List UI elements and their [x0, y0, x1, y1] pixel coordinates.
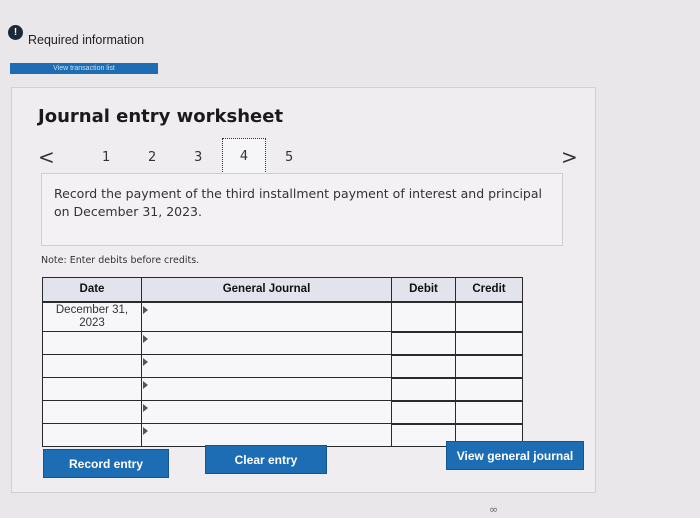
date-cell[interactable]	[42, 400, 142, 424]
debit-cell[interactable]	[391, 330, 456, 355]
page-5[interactable]: 5	[285, 150, 293, 165]
note-text: Note: Enter debits before credits.	[41, 255, 200, 266]
header-debit: Debit	[391, 277, 456, 303]
header-credit: Credit	[455, 277, 523, 303]
debit-cell[interactable]	[391, 376, 456, 401]
credit-cell[interactable]	[455, 353, 523, 378]
table-row	[42, 330, 523, 355]
debit-cell[interactable]	[391, 300, 456, 332]
clear-entry-button[interactable]: Clear entry	[205, 445, 327, 474]
instruction-text: Record the payment of the third installm…	[54, 186, 542, 219]
date-value: December 31, 2023	[55, 303, 129, 329]
header-date: Date	[42, 277, 142, 303]
link-icon[interactable]: ∞	[489, 503, 498, 516]
header-general-journal: General Journal	[141, 277, 392, 303]
record-entry-button[interactable]: Record entry	[43, 449, 169, 478]
dropdown-marker-icon	[143, 305, 148, 314]
page-1[interactable]: 1	[102, 150, 110, 165]
table-row	[42, 399, 523, 424]
table-header-row: Date General Journal Debit Credit	[42, 277, 523, 303]
credit-cell[interactable]	[455, 300, 523, 332]
worksheet-title: Journal entry worksheet	[38, 106, 284, 127]
page-2[interactable]: 2	[148, 150, 156, 165]
table-row	[42, 376, 523, 401]
date-cell[interactable]	[42, 331, 142, 355]
date-cell[interactable]: December 31, 2023	[42, 301, 142, 332]
table-row	[42, 353, 523, 378]
journal-entry-worksheet: Journal entry worksheet < 1 2 3 4 5 > Re…	[11, 87, 596, 493]
required-information-label: Required information	[28, 33, 145, 47]
account-cell[interactable]	[141, 331, 392, 355]
info-icon: !	[8, 25, 23, 40]
date-cell[interactable]	[42, 354, 142, 378]
dropdown-marker-icon	[143, 358, 148, 366]
date-cell[interactable]	[42, 423, 142, 447]
table-row: December 31, 2023	[42, 300, 523, 332]
account-cell[interactable]	[141, 400, 392, 424]
chevron-right-icon[interactable]: >	[561, 145, 578, 169]
view-transaction-list-button[interactable]: View transaction list	[10, 63, 158, 74]
account-cell[interactable]	[141, 301, 392, 332]
journal-table: Date General Journal Debit Credit Decemb…	[42, 277, 523, 447]
dropdown-marker-icon	[143, 381, 148, 389]
credit-cell[interactable]	[455, 376, 523, 401]
credit-cell[interactable]	[455, 399, 523, 424]
page-3[interactable]: 3	[194, 150, 202, 165]
account-cell[interactable]	[141, 377, 392, 401]
credit-cell[interactable]	[455, 330, 523, 355]
date-cell[interactable]	[42, 377, 142, 401]
account-cell[interactable]	[141, 354, 392, 378]
debit-cell[interactable]	[391, 399, 456, 424]
account-cell[interactable]	[141, 423, 392, 447]
dropdown-marker-icon	[143, 427, 148, 435]
view-general-journal-button[interactable]: View general journal	[446, 441, 584, 470]
debit-cell[interactable]	[391, 353, 456, 378]
page-4-current[interactable]: 4	[222, 138, 266, 176]
instruction-box: Record the payment of the third installm…	[41, 173, 563, 246]
chevron-left-icon[interactable]: <	[38, 145, 55, 169]
dropdown-marker-icon	[143, 404, 148, 412]
worksheet-pager: < 1 2 3 4 5 >	[36, 138, 578, 176]
dropdown-marker-icon	[143, 335, 148, 343]
